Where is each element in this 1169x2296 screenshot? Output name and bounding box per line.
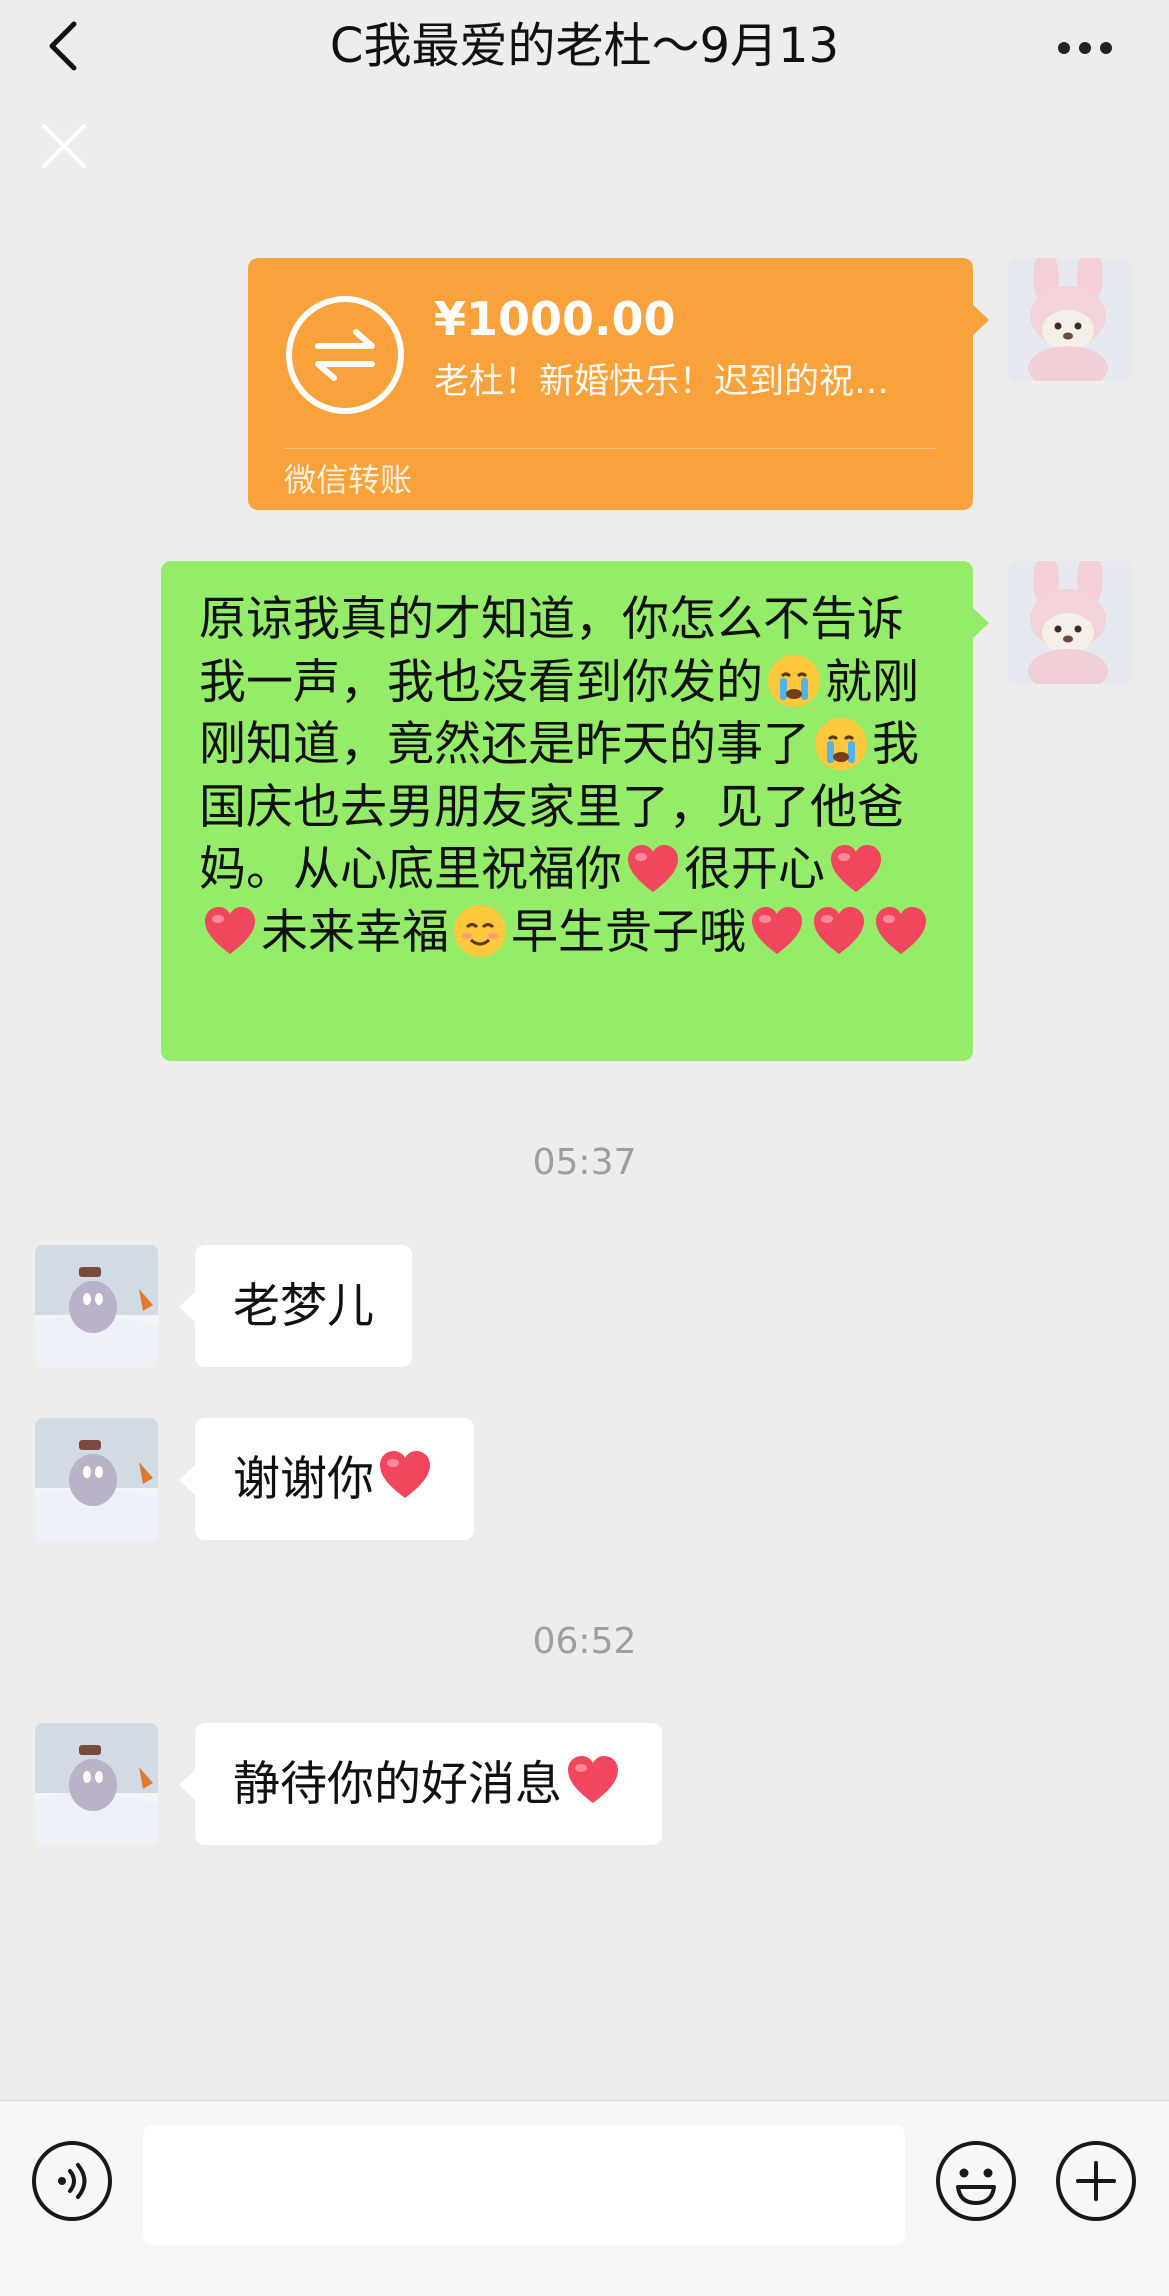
cartoon-avatar-icon — [35, 1418, 158, 1541]
crying-face-icon — [812, 715, 870, 773]
message-text: 静待你的好消息 — [233, 1756, 562, 1812]
transfer-amount: ¥1000.00 — [434, 292, 676, 346]
transfer-card[interactable]: ¥1000.00 老杜！新婚快乐！迟到的祝… 微信转账 — [248, 258, 989, 510]
plus-icon — [1056, 2141, 1136, 2221]
heart-icon — [748, 902, 806, 960]
message-bubble-contact[interactable]: 老梦儿 — [179, 1245, 412, 1367]
message-text: 早生贵子哦 — [511, 904, 746, 960]
smiley-icon — [936, 2141, 1016, 2221]
transfer-note: 老杜！新婚快乐！迟到的祝… — [434, 362, 890, 402]
message-input-bar — [0, 2100, 1169, 2296]
chat-header: C我最爱的老杜～9月13 — [0, 0, 1169, 100]
heart-icon — [376, 1446, 434, 1504]
chat-screen: C我最爱的老杜～9月13 ¥1000.00 老杜！新婚快乐！迟到的祝… 微信转账… — [0, 0, 1169, 2296]
transfer-divider — [284, 448, 937, 449]
heart-icon — [810, 902, 868, 960]
timestamp: 05:37 — [532, 1142, 637, 1183]
cartoon-avatar-icon — [35, 1245, 158, 1368]
avatar-self[interactable] — [1008, 258, 1131, 381]
heart-icon — [872, 902, 930, 960]
heart-icon — [827, 840, 885, 898]
more-button[interactable] — [1045, 20, 1125, 76]
smiling-face-icon — [451, 902, 509, 960]
chat-title: C我最爱的老杜～9月13 — [329, 18, 840, 74]
heart-icon — [564, 1751, 622, 1809]
message-text: 很开心 — [684, 842, 825, 897]
bunny-bear-avatar-icon — [1008, 258, 1131, 381]
message-bubble-contact[interactable]: 谢谢你 — [179, 1418, 474, 1540]
close-button[interactable] — [36, 118, 92, 174]
heart-icon — [624, 840, 682, 898]
avatar-contact[interactable] — [35, 1245, 158, 1368]
message-text: 谢谢你 — [233, 1451, 374, 1507]
heart-icon — [201, 902, 259, 960]
message-bubble-self[interactable]: 原谅我真的才知道，你怎么不告诉我一声，我也没看到你发的 就刚刚知道，竟然还是昨天的… — [161, 561, 989, 1061]
voice-icon — [32, 2141, 112, 2221]
message-input[interactable] — [143, 2125, 905, 2245]
avatar-contact[interactable] — [35, 1723, 158, 1846]
message-bubble-contact[interactable]: 静待你的好消息 — [179, 1723, 662, 1845]
close-icon — [42, 124, 86, 168]
crying-face-icon — [765, 652, 823, 710]
more-actions-button[interactable] — [1054, 2139, 1138, 2223]
message-text: 老梦儿 — [233, 1278, 374, 1334]
transfer-icon — [284, 294, 406, 416]
more-dots-icon — [1058, 42, 1070, 54]
message-text: 未来幸福 — [261, 904, 449, 960]
avatar-self[interactable] — [1008, 561, 1131, 684]
transfer-source-label: 微信转账 — [284, 461, 413, 499]
emoji-button[interactable] — [934, 2139, 1018, 2223]
bunny-bear-avatar-icon — [1008, 561, 1131, 684]
voice-button[interactable] — [30, 2139, 114, 2223]
timestamp: 06:52 — [532, 1621, 637, 1662]
avatar-contact[interactable] — [35, 1418, 158, 1541]
cartoon-avatar-icon — [35, 1723, 158, 1846]
